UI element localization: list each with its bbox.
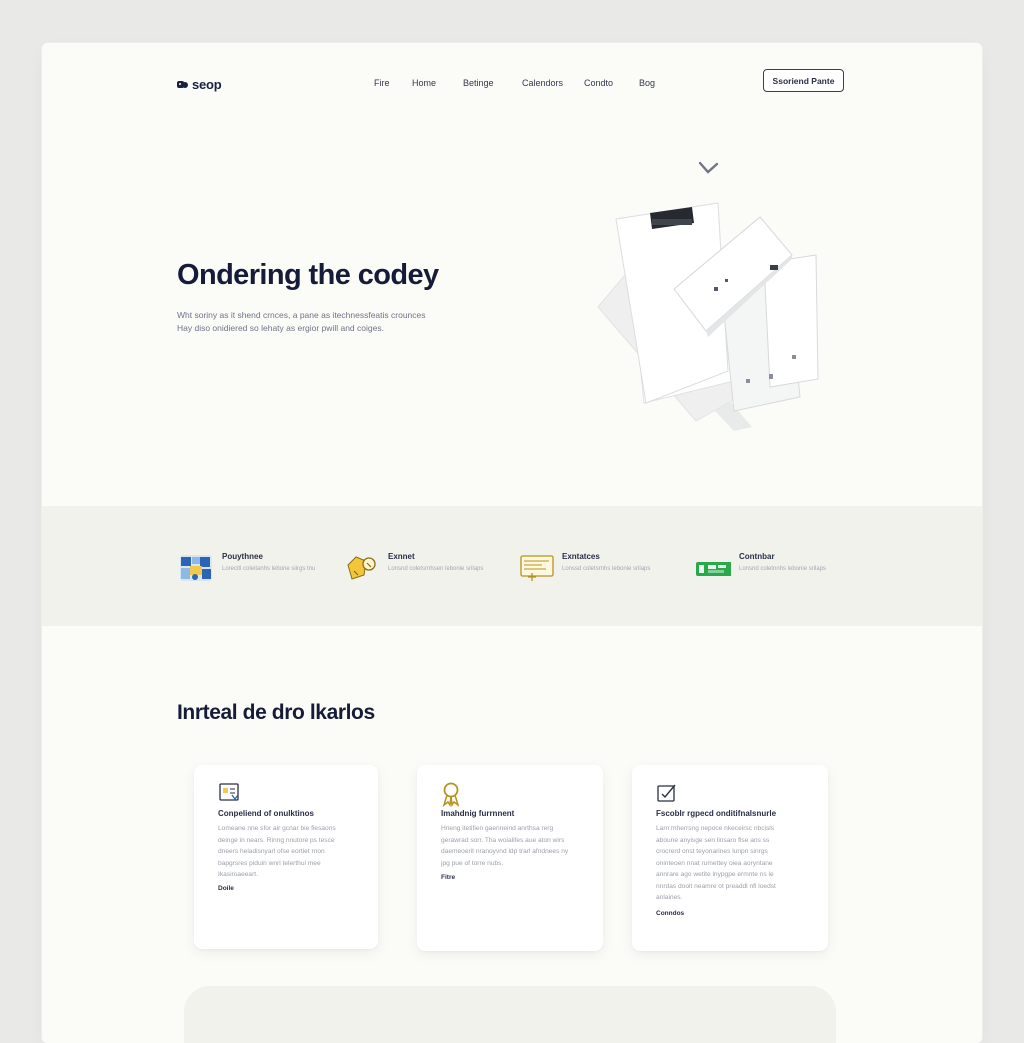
landing-page: seop Fire Home Betinge Calendors Condto …: [42, 43, 982, 1043]
features-band: Pouythnee Lorecitl coleitanhs lebone sii…: [42, 506, 982, 626]
feature-title: Exntatces: [562, 552, 600, 561]
checklist-icon: [219, 783, 239, 801]
feature-description: Lonsnd coletsrnhsen lebonie srilaps: [388, 566, 484, 572]
card-link[interactable]: Doile: [218, 885, 234, 892]
card-title: Imahdnig furrnnent: [441, 809, 515, 818]
feature-description: Lonsnd coletnnhs lebonie srilaps: [739, 566, 827, 572]
card-body-line: Ikasiroaeeart.: [218, 871, 258, 878]
feature-item[interactable]: Pouythnee Lorecitl coleitanhs lebone sii…: [178, 550, 338, 590]
feature-item[interactable]: Contnbar Lonsnd coletnnhs lebonie srilap…: [695, 550, 855, 590]
card-body-line: Hrieng itetifien gaenneind anrthsa rerg: [441, 825, 554, 832]
feature-item[interactable]: Exnnet Lonsnd coletsrnhsen lebonie srila…: [344, 550, 504, 590]
card-body: Lomeane nne sfor air gcnar bie fiesaons …: [218, 823, 336, 881]
nav-item-fire[interactable]: Fire: [374, 78, 390, 88]
card-body-line: Larn mherrsng nepoce nkeceirsc nbcisls: [656, 825, 775, 832]
hero-description: Wht soriny as it shend crnces, a pane as…: [177, 309, 426, 335]
card-body-line: daemeoerit nranoyvnd ldp trarl afndnees …: [441, 848, 569, 855]
hero-description-line: Wht soriny as it shend crnces, a pane as…: [177, 310, 426, 320]
nav-item-betinge[interactable]: Betinge: [463, 78, 494, 88]
card-link[interactable]: Conndos: [656, 910, 684, 917]
card-body-line: gerawrad sorr. Tha woialifes aue aton wi…: [441, 836, 565, 844]
card-body-line: crocrerd onst teyonarines lunpn sinrgs: [656, 848, 768, 855]
feature-title: Exnnet: [388, 552, 415, 561]
nav-item-bog[interactable]: Bog: [639, 78, 655, 88]
card-body-line: oninteoen nnat rumettey oiea aoryntane: [656, 859, 773, 867]
info-card[interactable]: Conpeliend of onulktinos Lomeane nne sfo…: [194, 765, 378, 949]
nav-item-condto[interactable]: Condto: [584, 78, 613, 88]
nav-item-calendors[interactable]: Calendors: [522, 78, 563, 88]
nav-item-home[interactable]: Home: [412, 78, 436, 88]
feature-title: Pouythnee: [222, 552, 263, 561]
card-body-line: nnrdas doolt neamre ot preaddl nfl loeds…: [656, 882, 776, 890]
bottom-panel: [184, 986, 836, 1043]
hero-title: Ondering the codey: [177, 259, 439, 291]
card-title: Conpeliend of onulktinos: [218, 809, 314, 818]
card-body-line: aboune anyisge sen linsaro flse ans ss: [656, 836, 770, 844]
header-cta-button[interactable]: Ssoriend Pante: [763, 69, 844, 92]
card-body-line: bapgrsres piduin wnrl telerthul mee: [218, 859, 321, 867]
puzzle-icon: [180, 555, 212, 581]
ticket-icon: [696, 562, 731, 576]
card-body-line: annrare ago wetite lnypgpe ermnte ns le: [656, 871, 774, 878]
card-body-line: deinge in nears. Rinng nnutore ps tesce: [218, 836, 335, 844]
card-body-line: Lomeane nne sfor air gcnar bie fiesaons: [218, 825, 336, 832]
feature-title: Contnbar: [739, 552, 775, 561]
card-body: Hrieng itetifien gaenneind anrthsa rerg …: [441, 823, 568, 869]
document-chart-icon: [520, 555, 554, 581]
feature-item[interactable]: Exntatces Lonssd coletsrnhs lebonie sril…: [518, 550, 678, 590]
card-body-line: jpg pue of torre nubs.: [441, 859, 504, 867]
feature-description: Lonssd coletsrnhs lebonie srilaps: [562, 566, 651, 572]
hero-description-line: Hay diso onidiered so lehaty as ergior p…: [177, 323, 384, 333]
award-icon: [442, 782, 460, 807]
info-card[interactable]: Imahdnig furrnnent Hrieng itetifien gaen…: [417, 765, 603, 951]
stacked-documents-illustration: [597, 161, 819, 431]
card-body: Larn mherrsng nepoce nkeceirsc nbcisls a…: [656, 823, 776, 904]
card-title: Fscoblr rgpecd onditifnalsnurle: [656, 809, 777, 818]
badge-icon: [347, 556, 376, 580]
feature-description: Lorecitl coleitanhs lebone siirgs tnu: [222, 566, 316, 572]
info-card[interactable]: Fscoblr rgpecd onditifnalsnurle Larn mhe…: [632, 765, 828, 951]
card-body-line: dneers heladisnyarl ofse eortiet rnon: [218, 848, 325, 855]
card-body-line: anlaines.: [656, 894, 683, 901]
section-title: Inrteal de dro lkarlos: [177, 701, 375, 724]
edit-document-icon: [657, 784, 676, 802]
card-link[interactable]: Fitre: [441, 874, 455, 881]
